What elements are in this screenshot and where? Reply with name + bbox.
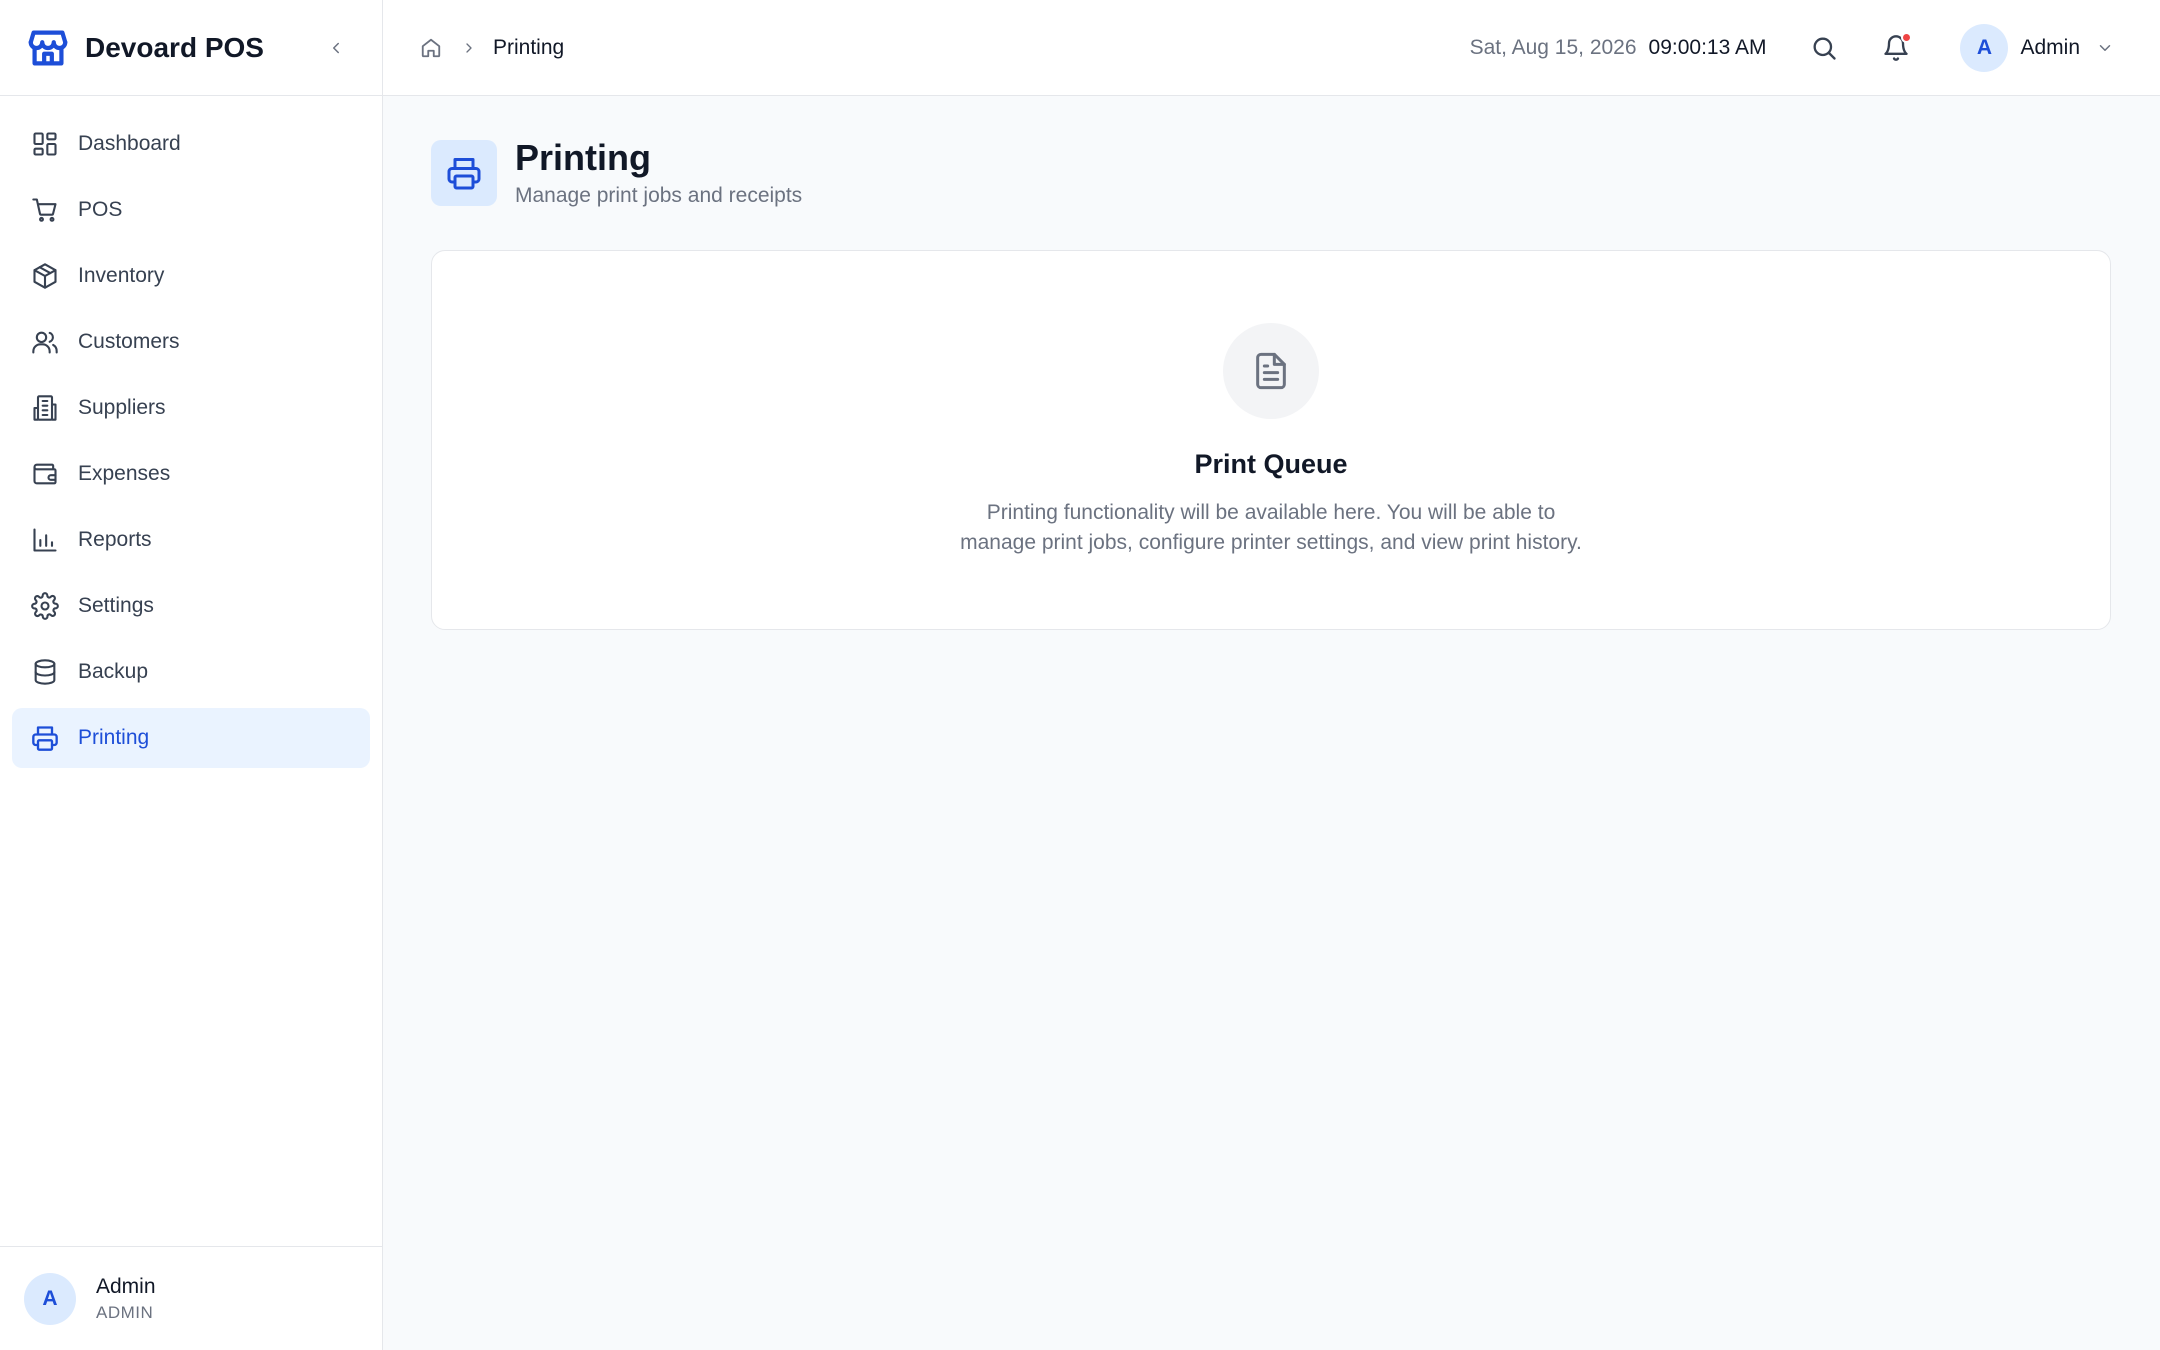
bar-chart-icon bbox=[30, 525, 60, 555]
sidebar-item-pos[interactable]: POS bbox=[12, 180, 370, 240]
app-root: Devoard POS Dashboard POS Inventory Cust… bbox=[0, 0, 2160, 1350]
brand-name: Devoard POS bbox=[85, 31, 264, 63]
sidebar: Devoard POS Dashboard POS Inventory Cust… bbox=[0, 0, 383, 1350]
breadcrumb: Printing bbox=[417, 34, 564, 62]
print-queue-card: Print Queue Printing functionality will … bbox=[431, 249, 2111, 630]
avatar: A bbox=[1960, 23, 2009, 72]
collapse-sidebar-button[interactable] bbox=[320, 32, 352, 64]
user-menu[interactable]: A Admin bbox=[1960, 23, 2116, 72]
sidebar-item-label: POS bbox=[78, 198, 123, 221]
breadcrumb-current: Printing bbox=[493, 35, 565, 59]
brand-header: Devoard POS bbox=[0, 0, 382, 96]
sidebar-item-printing[interactable]: Printing bbox=[12, 708, 370, 768]
main-area: Printing Sat, Aug 15, 2026 09:00:13 AM A… bbox=[383, 0, 2160, 1350]
sidebar-user[interactable]: A Admin ADMIN bbox=[0, 1246, 382, 1350]
page-titles: Printing Manage print jobs and receipts bbox=[515, 138, 802, 208]
sidebar-user-name: Admin bbox=[96, 1274, 156, 1298]
topbar: Printing Sat, Aug 15, 2026 09:00:13 AM A… bbox=[383, 0, 2160, 96]
wallet-icon bbox=[30, 459, 60, 489]
card-description: Printing functionality will be available… bbox=[921, 498, 1621, 558]
sidebar-item-expenses[interactable]: Expenses bbox=[12, 444, 370, 504]
store-icon bbox=[24, 24, 71, 71]
card-description-line: Printing functionality will be available… bbox=[986, 500, 1556, 524]
sidebar-item-dashboard[interactable]: Dashboard bbox=[12, 114, 370, 174]
user-name: Admin bbox=[2020, 35, 2080, 59]
sidebar-item-settings[interactable]: Settings bbox=[12, 576, 370, 636]
sidebar-item-label: Reports bbox=[78, 528, 152, 551]
chevron-right-icon bbox=[457, 36, 481, 60]
home-icon[interactable] bbox=[417, 34, 445, 62]
chevron-down-icon bbox=[2094, 37, 2116, 59]
page-title: Printing bbox=[515, 137, 651, 178]
cart-icon bbox=[30, 195, 60, 225]
package-icon bbox=[30, 261, 60, 291]
card-description-line: manage print jobs, configure printer set… bbox=[960, 530, 1582, 554]
printer-icon bbox=[30, 723, 60, 753]
sidebar-item-customers[interactable]: Customers bbox=[12, 312, 370, 372]
sidebar-item-label: Printing bbox=[78, 726, 150, 749]
sidebar-item-label: Expenses bbox=[78, 462, 171, 485]
page-header: Printing Manage print jobs and receipts bbox=[431, 138, 2112, 208]
search-icon bbox=[1813, 37, 1837, 60]
chevron-left-icon bbox=[333, 42, 339, 54]
search-button[interactable] bbox=[1802, 26, 1846, 70]
document-icon bbox=[1223, 322, 1319, 419]
sidebar-item-label: Dashboard bbox=[78, 132, 181, 155]
sidebar-item-label: Backup bbox=[78, 660, 149, 683]
avatar: A bbox=[24, 1272, 76, 1325]
sidebar-item-inventory[interactable]: Inventory bbox=[12, 246, 370, 306]
database-icon bbox=[30, 657, 60, 687]
sidebar-item-label: Inventory bbox=[78, 264, 165, 287]
building-icon bbox=[30, 393, 60, 423]
dashboard-icon bbox=[30, 129, 60, 159]
sidebar-item-backup[interactable]: Backup bbox=[12, 642, 370, 702]
current-time: 09:00:13 AM bbox=[1648, 35, 1767, 59]
sidebar-nav: Dashboard POS Inventory Customers Suppli… bbox=[0, 96, 382, 1246]
sidebar-item-label: Settings bbox=[78, 594, 154, 617]
sidebar-item-label: Customers bbox=[78, 330, 180, 353]
page-content: Printing Manage print jobs and receipts … bbox=[383, 96, 2160, 672]
notifications-button[interactable] bbox=[1874, 26, 1918, 70]
current-date: Sat, Aug 15, 2026 bbox=[1469, 35, 1637, 59]
sidebar-user-info: Admin ADMIN bbox=[96, 1275, 156, 1323]
sidebar-user-role: ADMIN bbox=[96, 1302, 154, 1322]
page-subtitle: Manage print jobs and receipts bbox=[515, 183, 803, 207]
sidebar-item-suppliers[interactable]: Suppliers bbox=[12, 378, 370, 438]
topbar-actions: Sat, Aug 15, 2026 09:00:13 AM A Admin bbox=[1469, 23, 2116, 72]
notification-badge bbox=[1901, 31, 1913, 43]
sidebar-item-label: Suppliers bbox=[78, 396, 166, 419]
users-icon bbox=[30, 327, 60, 357]
sidebar-item-reports[interactable]: Reports bbox=[12, 510, 370, 570]
gear-icon bbox=[30, 591, 60, 621]
printer-icon bbox=[431, 139, 497, 206]
card-title: Print Queue bbox=[1194, 448, 1348, 479]
